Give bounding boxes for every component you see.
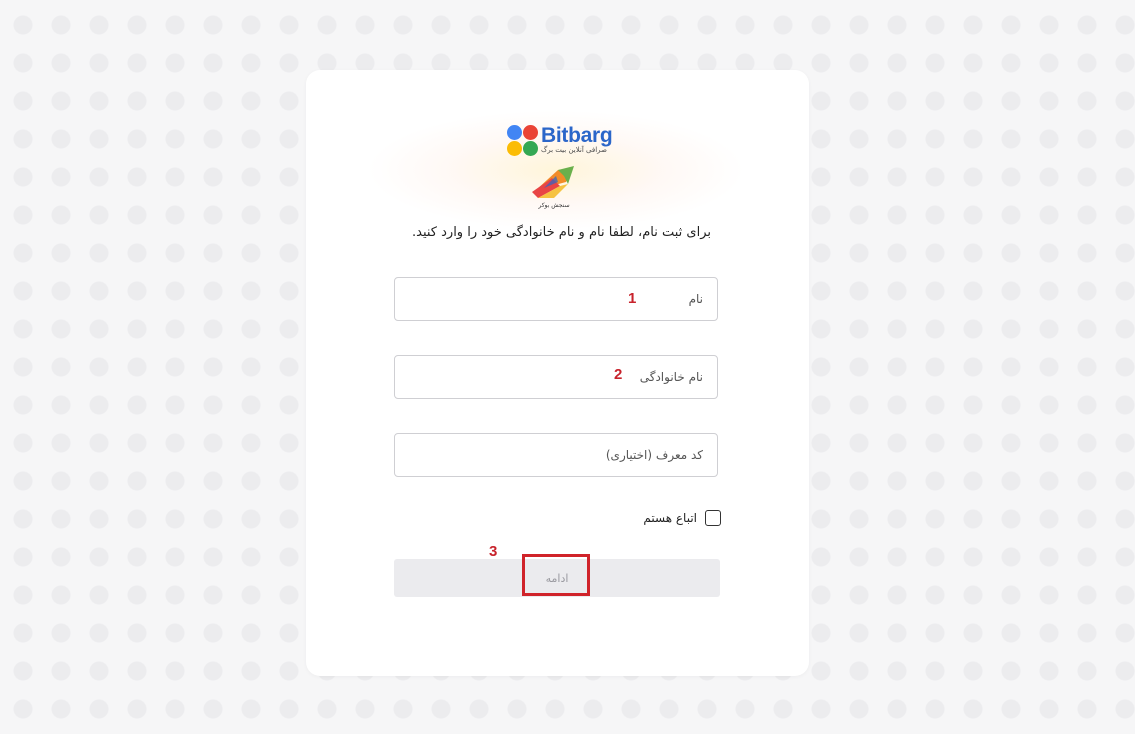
referral-code-input[interactable]	[395, 434, 717, 476]
annotation-marker-2: 2	[614, 366, 623, 383]
brand-name: Bitbarg	[541, 124, 613, 147]
last-name-input[interactable]	[395, 356, 717, 398]
foreign-national-checkbox-row[interactable]: اتباع هستم	[606, 510, 721, 528]
annotation-marker-3: 3	[489, 543, 498, 560]
brand-dots-icon	[507, 125, 539, 157]
last-name-field	[394, 355, 718, 399]
brand-tagline: صرافی آنلاین بیت برگ	[541, 146, 607, 154]
referral-code-field	[394, 433, 718, 477]
intro-text: برای ثبت نام، لطفا نام و نام خانوادگی خو…	[412, 225, 711, 240]
first-name-input[interactable]	[395, 278, 717, 320]
annotation-marker-1: 1	[628, 290, 637, 307]
foreign-national-checkbox[interactable]	[705, 510, 721, 526]
bitbarg-logo: Bitbarg صرافی آنلاین بیت برگ	[507, 124, 613, 158]
continue-button[interactable]: ادامه	[394, 559, 720, 597]
first-name-field	[394, 277, 718, 321]
partner-name: سنجش بوکر	[538, 202, 570, 209]
partner-emblem-icon	[532, 166, 574, 198]
foreign-national-label: اتباع هستم	[643, 511, 697, 525]
partner-logo: سنجش بوکر	[528, 162, 580, 210]
signup-card: Bitbarg صرافی آنلاین بیت برگ سنجش بوکر ب…	[306, 70, 809, 676]
